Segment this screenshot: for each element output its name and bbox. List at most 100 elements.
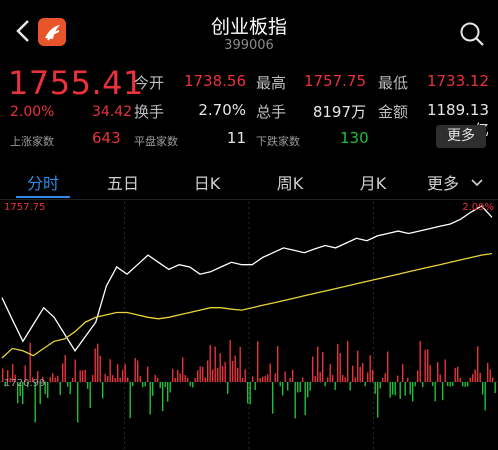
volume-bar-up [437, 362, 439, 382]
volume-bar-down [414, 382, 416, 387]
tab-five-day[interactable]: 五日 [93, 170, 153, 194]
volume-bar-down [189, 382, 191, 387]
volume-bar-up [52, 373, 54, 382]
volume-bar-up [74, 359, 76, 382]
volume-bar-down [167, 382, 169, 402]
more-button[interactable]: 更多 [436, 125, 486, 148]
volume-bar-up [127, 377, 129, 382]
volume-bar-up [479, 372, 481, 382]
volume-bar-up [174, 378, 176, 382]
volume-bar-up [492, 377, 494, 382]
stat-label-volume: 总手 [256, 103, 287, 121]
volume-bar-down [334, 382, 336, 391]
volume-bar-up [344, 377, 346, 382]
volume-bar-up [354, 377, 356, 382]
volume-bar-down [129, 382, 131, 419]
volume-bar-down [399, 382, 401, 399]
volume-bar-up [284, 371, 286, 382]
volume-bar-up [84, 369, 86, 382]
volume-bar-up [57, 375, 59, 382]
tab-intraday[interactable]: 分时 [13, 170, 73, 194]
volume-bar-up [444, 359, 446, 382]
volume-bar-down [47, 382, 49, 398]
volume-bar-up [407, 378, 409, 382]
volume-bar-down [192, 382, 194, 388]
tab-daily-k[interactable]: 日K [177, 170, 237, 194]
volume-bar-up [222, 366, 224, 382]
volume-bar-up [137, 360, 139, 382]
volume-bar-up [402, 364, 404, 382]
volume-bar-down [162, 382, 164, 411]
volume-bar-down [462, 382, 464, 387]
volume-bar-down [392, 382, 394, 395]
volume-bar-up [329, 364, 331, 382]
volume-bar-down [247, 382, 249, 404]
volume-bar-down [272, 382, 274, 414]
chart-grid [0, 202, 498, 450]
volume-bar-up [244, 369, 246, 382]
volume-bar-down [394, 382, 396, 396]
volume-bar-up [117, 364, 119, 382]
volume-bar-up [302, 377, 304, 382]
stat-label-high: 最高 [256, 74, 287, 92]
volume-bar-up [214, 346, 216, 382]
volume-bar-up [49, 377, 51, 382]
volume-bar-up [237, 367, 239, 382]
volume-bar-up [204, 377, 206, 382]
volume-bar-up [292, 369, 294, 382]
volume-bar-down [299, 382, 301, 393]
volume-bar-down [164, 382, 166, 388]
volume-bar-up [157, 377, 159, 382]
intraday-chart[interactable]: 1757.75 2.09% 1720.99 [0, 198, 498, 450]
volume-bar-down [389, 382, 391, 398]
volume-bar-up [94, 348, 96, 382]
volume-bar-up [154, 374, 156, 382]
chevron-down-icon[interactable] [470, 174, 484, 193]
volume-bar-up [439, 374, 441, 382]
volume-bar-up [79, 370, 81, 382]
volume-bar-up [104, 373, 106, 382]
volume-bar-up [177, 369, 179, 382]
volume-bar-up [472, 374, 474, 382]
volume-bar-up [417, 370, 419, 382]
volume-bar-down [494, 382, 496, 393]
volume-bar-up [262, 376, 264, 382]
volume-bar-up [454, 368, 456, 382]
tab-monthly-k[interactable]: 月K [343, 170, 403, 194]
volume-bar-down [87, 382, 89, 389]
volume-bar-up [359, 366, 361, 382]
volume-bar-up [209, 345, 211, 382]
volume-bar-up [489, 369, 491, 382]
volume-bar-up [212, 369, 214, 382]
volume-bar-up [182, 357, 184, 382]
volume-bar-up [92, 375, 94, 382]
volume-bar-down [294, 382, 296, 419]
volume-bar-up [187, 377, 189, 382]
volume-bar-down [434, 382, 436, 402]
volume-bar-up [109, 359, 111, 382]
volume-bar-up [384, 373, 386, 382]
flat-count: 11 [226, 129, 246, 147]
volume-bar-up [147, 366, 149, 382]
volume-bar-up [184, 375, 186, 382]
volume-bar-up [207, 360, 209, 382]
volume-bar-up [352, 365, 354, 382]
volume-bar-up [317, 346, 319, 382]
stat-label-low: 最低 [378, 74, 409, 92]
y-axis-top-label: 1757.75 [4, 202, 45, 213]
volume-bar-up [362, 363, 364, 382]
volume-bar-up [429, 365, 431, 382]
tab-more[interactable]: 更多 [418, 170, 468, 194]
tab-weekly-k[interactable]: 周K [260, 170, 320, 194]
volume-bar-up [259, 378, 261, 382]
volume-bar-up [367, 372, 369, 382]
volume-bar-up [274, 373, 276, 382]
volume-bar-up [469, 377, 471, 382]
up-count: 643 [92, 129, 121, 147]
volume-bar-down [144, 382, 146, 387]
search-icon[interactable] [458, 20, 486, 48]
volume-bar-down [374, 382, 376, 394]
volume-bar-up [474, 369, 476, 382]
volume-bar-up [457, 366, 459, 382]
volume-bar-up [424, 349, 426, 382]
